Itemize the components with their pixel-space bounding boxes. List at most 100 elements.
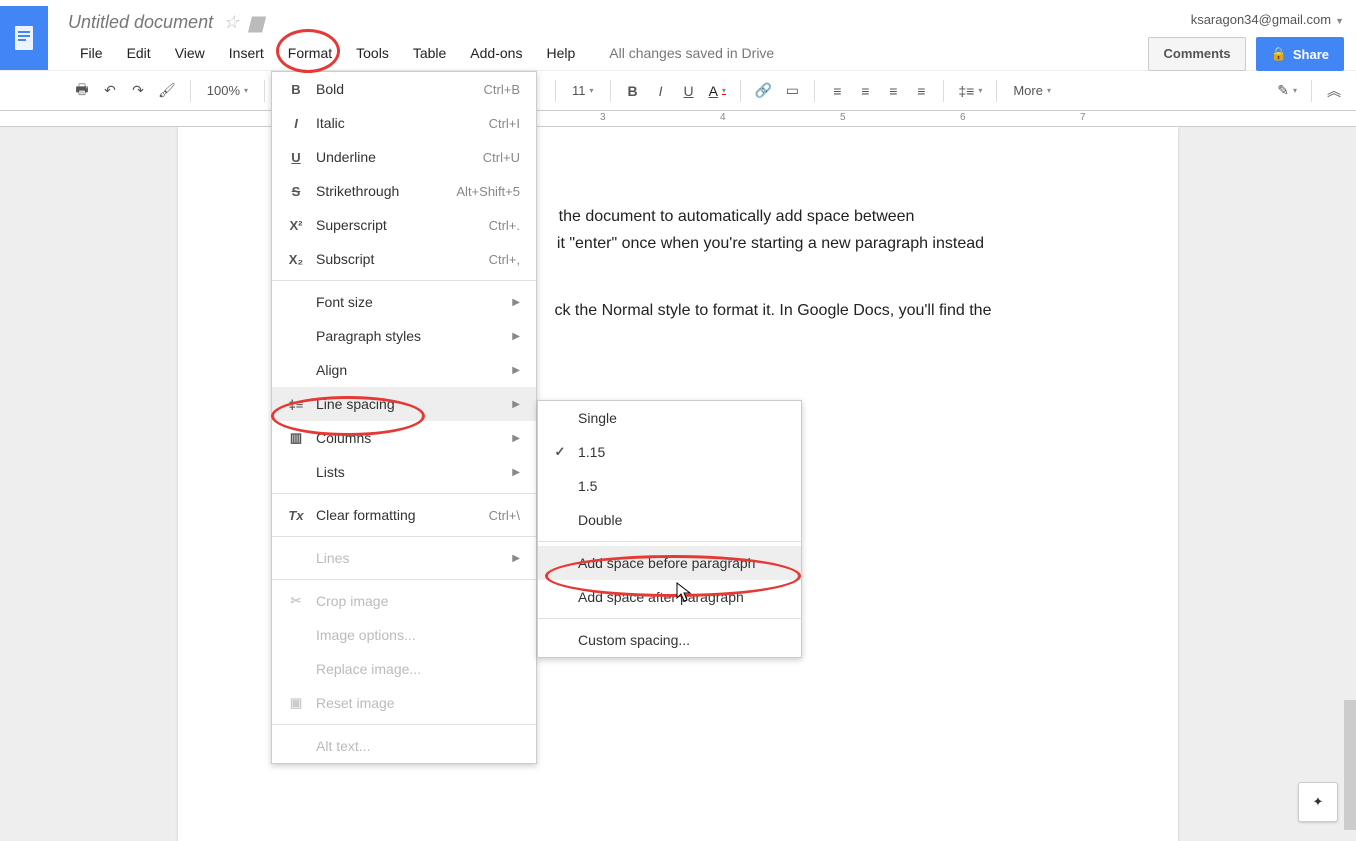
check-icon: ✓	[550, 444, 570, 460]
comments-button[interactable]: Comments	[1148, 37, 1245, 71]
menu-insert[interactable]: Insert	[217, 41, 276, 65]
menu-item-bold[interactable]: BBoldCtrl+B	[272, 72, 536, 106]
submenu-item-custom-spacing[interactable]: Custom spacing...	[538, 623, 801, 657]
line-spacing-icon[interactable]: ‡≡	[954, 79, 986, 103]
menu-divider	[272, 280, 536, 281]
submenu-item-double[interactable]: Double	[538, 503, 801, 537]
submenu-item-single[interactable]: Single	[538, 401, 801, 435]
menu-tools[interactable]: Tools	[344, 41, 401, 65]
save-status: All changes saved in Drive	[597, 41, 786, 65]
toolbar: 🖶 ↶ ↷ 🖌 100% 11 B I U A 🔗 ▭ ≡ ≡ ≡ ≡ ‡≡ M…	[0, 70, 1356, 110]
line-spacing-submenu: Single ✓1.15 1.5 Double Add space before…	[537, 400, 802, 658]
menu-table[interactable]: Table	[401, 41, 458, 65]
align-right-icon[interactable]: ≡	[881, 79, 905, 103]
separator	[1311, 80, 1312, 102]
menu-item-alt-text: Alt text...	[272, 729, 536, 763]
menu-file[interactable]: File	[68, 41, 115, 65]
chevron-right-icon: ▶	[512, 553, 520, 564]
menu-item-lists[interactable]: Lists▶	[272, 455, 536, 489]
subscript-icon: X₂	[284, 252, 308, 267]
font-size-select[interactable]: 11	[566, 79, 600, 103]
menu-bar: File Edit View Insert Format Tools Table…	[68, 41, 1148, 65]
menu-item-line-spacing[interactable]: ‡≡Line spacing▶	[272, 387, 536, 421]
doc-title[interactable]: Untitled document ☆ ▆	[68, 12, 1148, 33]
text-color-button[interactable]: A	[705, 79, 730, 103]
menu-item-strikethrough[interactable]: SStrikethroughAlt+Shift+5	[272, 174, 536, 208]
separator	[190, 80, 191, 102]
undo-icon[interactable]: ↶	[98, 79, 122, 103]
print-icon[interactable]: 🖶	[70, 79, 94, 103]
menu-item-subscript[interactable]: X₂SubscriptCtrl+,	[272, 242, 536, 276]
columns-icon: ▥	[284, 430, 308, 446]
align-left-icon[interactable]: ≡	[825, 79, 849, 103]
menu-divider	[538, 541, 801, 542]
zoom-select[interactable]: 100%	[201, 79, 254, 103]
menu-item-italic[interactable]: IItalicCtrl+I	[272, 106, 536, 140]
menu-help[interactable]: Help	[534, 41, 587, 65]
menu-item-clear-formatting[interactable]: TxClear formattingCtrl+\	[272, 498, 536, 532]
menu-divider	[272, 724, 536, 725]
star-icon[interactable]: ☆	[223, 12, 239, 33]
superscript-icon: X²	[284, 218, 308, 233]
chevron-right-icon: ▶	[512, 365, 520, 376]
menu-view[interactable]: View	[163, 41, 217, 65]
menu-item-superscript[interactable]: X²SuperscriptCtrl+.	[272, 208, 536, 242]
underline-button[interactable]: U	[677, 79, 701, 103]
menu-item-paragraph-styles[interactable]: Paragraph styles▶	[272, 319, 536, 353]
submenu-item-15[interactable]: 1.5	[538, 469, 801, 503]
menu-item-lines: Lines▶	[272, 541, 536, 575]
separator	[264, 80, 265, 102]
submenu-item-115[interactable]: ✓1.15	[538, 435, 801, 469]
chevron-right-icon: ▶	[512, 399, 520, 410]
chevron-right-icon: ▶	[512, 331, 520, 342]
menu-divider	[538, 618, 801, 619]
insert-comment-icon[interactable]: ▭	[780, 79, 804, 103]
menu-item-columns[interactable]: ▥Columns▶	[272, 421, 536, 455]
collapse-icon[interactable]: ︽	[1322, 79, 1346, 103]
chevron-right-icon: ▶	[512, 433, 520, 444]
italic-icon: I	[284, 116, 308, 131]
menu-addons[interactable]: Add-ons	[458, 41, 534, 65]
menu-item-image-options: Image options...	[272, 618, 536, 652]
menu-item-reset-image: ▣Reset image	[272, 686, 536, 720]
separator	[996, 80, 997, 102]
separator	[814, 80, 815, 102]
chevron-right-icon: ▶	[512, 467, 520, 478]
share-button[interactable]: 🔒 Share	[1256, 37, 1344, 71]
separator	[555, 80, 556, 102]
underline-icon: U	[284, 150, 308, 165]
insert-link-icon[interactable]: 🔗	[751, 79, 776, 103]
explore-button[interactable]: ✦	[1298, 782, 1338, 822]
paint-format-icon[interactable]: 🖌	[154, 79, 180, 103]
account-email[interactable]: ksaragon34@gmail.com▼	[1148, 12, 1344, 27]
menu-item-crop-image: ✂Crop image	[272, 584, 536, 618]
submenu-item-add-space-after[interactable]: Add space after paragraph	[538, 580, 801, 614]
separator	[610, 80, 611, 102]
menu-item-font-size[interactable]: Font size▶	[272, 285, 536, 319]
bold-button[interactable]: B	[621, 79, 645, 103]
italic-button[interactable]: I	[649, 79, 673, 103]
align-justify-icon[interactable]: ≡	[909, 79, 933, 103]
vertical-scrollbar[interactable]	[1344, 700, 1356, 830]
ruler[interactable]: 3 4 5 6 7	[0, 111, 1356, 127]
submenu-item-add-space-before[interactable]: Add space before paragraph	[538, 546, 801, 580]
folder-icon[interactable]: ▆	[249, 12, 263, 33]
doc-title-text[interactable]: Untitled document	[68, 12, 213, 33]
menu-edit[interactable]: Edit	[115, 41, 163, 65]
menu-item-underline[interactable]: UUnderlineCtrl+U	[272, 140, 536, 174]
more-button[interactable]: More	[1007, 79, 1057, 103]
title-area: Untitled document ☆ ▆ File Edit View Ins…	[68, 6, 1148, 65]
align-center-icon[interactable]: ≡	[853, 79, 877, 103]
menu-format[interactable]: Format	[276, 41, 344, 65]
doc-text-line: the document to automatically add space …	[559, 208, 915, 225]
editing-mode-icon[interactable]: ✎	[1273, 79, 1301, 103]
docs-app-icon[interactable]	[0, 6, 48, 70]
redo-icon[interactable]: ↷	[126, 79, 150, 103]
separator	[943, 80, 944, 102]
explore-icon: ✦	[1313, 794, 1324, 810]
account-area: ksaragon34@gmail.com▼ Comments 🔒 Share	[1148, 6, 1344, 71]
clear-formatting-icon: Tx	[284, 508, 308, 523]
menu-item-align[interactable]: Align▶	[272, 353, 536, 387]
lock-icon: 🔒	[1271, 46, 1287, 62]
header-top: Untitled document ☆ ▆ File Edit View Ins…	[0, 0, 1356, 70]
